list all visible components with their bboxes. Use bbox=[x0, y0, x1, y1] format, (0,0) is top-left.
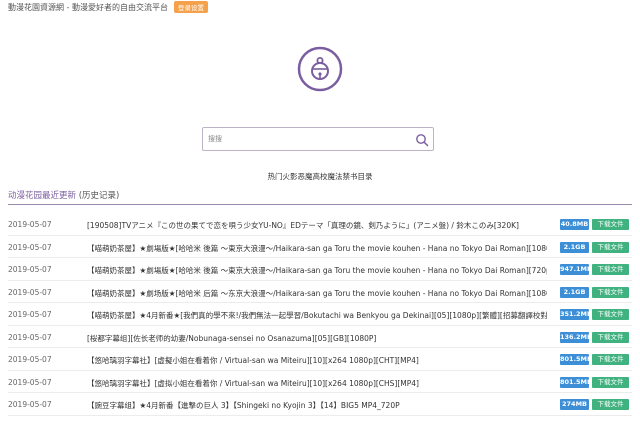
recent-updates-title: 动漫花园最近更新 bbox=[8, 191, 77, 201]
row-title-link[interactable]: [桜都字幕组][佐长老师的幼妻/Nobunaga-sensei no Osana… bbox=[87, 333, 547, 344]
row-date: 2019-05-07 bbox=[8, 265, 52, 274]
table-row: 2019-05-07 【豌豆字幕组】★4月新番【進撃の巨人 3】【Shingek… bbox=[0, 393, 640, 416]
bell-logo-icon bbox=[297, 46, 343, 92]
download-button[interactable]: 下载文件 bbox=[592, 219, 629, 230]
table-row: 2019-05-07 【喵萌奶茶屋】★4月新番★[我們真的學不來!/我們無法一起… bbox=[0, 303, 640, 326]
table-row: 2019-05-07 【悠哈璃羽字幕社】[虚擬小姐在看着你 / Virtual-… bbox=[0, 348, 640, 371]
search-input[interactable] bbox=[206, 130, 410, 148]
download-button[interactable]: 下载文件 bbox=[592, 309, 629, 320]
download-button[interactable]: 下载文件 bbox=[592, 399, 629, 410]
row-date: 2019-05-07 bbox=[8, 287, 52, 297]
size-badge: 351.2MB bbox=[560, 309, 592, 320]
row-date: 2019-05-07 bbox=[8, 377, 52, 387]
table-row: 2019-05-07 【喵萌奶茶屋】★劇場版★[哈哈米 後篇 ～東京大浪漫～/H… bbox=[0, 258, 640, 281]
table-row: 2019-05-07 [桜都字幕组][佐长老师的幼妻/Nobunaga-sens… bbox=[0, 326, 640, 349]
table-row: 2019-05-07 【喵萌奶茶屋】★劇場版★[哈哈米 後篇 ～東京大浪漫～/H… bbox=[0, 236, 640, 259]
download-button[interactable]: 下载文件 bbox=[592, 286, 629, 298]
row-title-link[interactable]: 【喵萌奶茶屋】★劇场版★[哈哈米 后篇 ～东京大浪漫～/Haikara-san … bbox=[87, 288, 547, 299]
row-date: 2019-05-07 bbox=[8, 400, 52, 409]
row-date: 2019-05-07 bbox=[8, 220, 52, 229]
row-title-link[interactable]: 【喵萌奶茶屋】★劇場版★[哈哈米 後篇 ～東京大浪漫～/Haikara-san … bbox=[87, 243, 547, 254]
history-link[interactable]: (历史记录) bbox=[79, 191, 120, 201]
download-button[interactable]: 下载文件 bbox=[592, 376, 629, 388]
size-badge: 2.1GB bbox=[560, 241, 589, 253]
download-button[interactable]: 下载文件 bbox=[592, 331, 629, 343]
row-date: 2019-05-07 bbox=[8, 310, 52, 319]
hot-keywords-link[interactable]: 热门火影恶魔高校魔法禁书目录 bbox=[268, 172, 373, 181]
size-badge: 274MB bbox=[560, 399, 589, 410]
table-row: 2019-05-07 【喵萌奶茶屋】★劇场版★[哈哈米 后篇 ～东京大浪漫～/H… bbox=[0, 281, 640, 304]
row-date: 2019-05-07 bbox=[8, 242, 52, 252]
row-title-link[interactable]: 【悠哈璃羽字幕社】[虚拟小姐在看着你 / Virtual-san wa Mite… bbox=[87, 378, 547, 389]
table-row: 2019-05-07 [190508]TVアニメ『この世の果てで恋を唄う少女YU… bbox=[0, 213, 640, 236]
site-title[interactable]: 動漫花園資源網 - 動漫愛好者的自由交流平台 bbox=[8, 2, 168, 13]
row-date: 2019-05-07 bbox=[8, 332, 52, 342]
section-divider bbox=[8, 204, 632, 205]
row-title-link[interactable]: [190508]TVアニメ『この世の果てで恋を唄う少女YU-NO』EDテーマ「真… bbox=[87, 220, 547, 231]
row-title-link[interactable]: 【豌豆字幕组】★4月新番【進撃の巨人 3】【Shingeki no Kyojin… bbox=[87, 400, 547, 411]
row-title-link[interactable]: 【悠哈璃羽字幕社】[虚擬小姐在看着你 / Virtual-san wa Mite… bbox=[87, 355, 547, 366]
download-button[interactable]: 下载文件 bbox=[592, 241, 629, 253]
download-button[interactable]: 下载文件 bbox=[592, 354, 629, 365]
top-bar: 動漫花園資源網 - 動漫愛好者的自由交流平台 登录设置 bbox=[8, 0, 208, 14]
table-row: 2019-05-07 【悠哈璃羽字幕社】[虚拟小姐在看着你 / Virtual-… bbox=[0, 371, 640, 394]
size-badge: 801.5MB bbox=[560, 376, 592, 388]
size-badge: 136.2MB bbox=[560, 331, 592, 343]
section-title: 动漫花园最近更新 (历史记录) bbox=[8, 189, 119, 201]
row-title-link[interactable]: 【喵萌奶茶屋】★劇場版★[哈哈米 後篇 ～東京大浪漫～/Haikara-san … bbox=[87, 265, 547, 276]
size-badge: 801.5MB bbox=[560, 354, 592, 365]
row-title-link[interactable]: 【喵萌奶茶屋】★4月新番★[我們真的學不來!/我們無法一起學習/Bokutach… bbox=[87, 310, 547, 321]
login-button[interactable]: 登录设置 bbox=[173, 1, 208, 13]
hot-keywords: 热门火影恶魔高校魔法禁书目录 bbox=[0, 171, 640, 182]
download-button[interactable]: 下载文件 bbox=[592, 264, 629, 275]
size-badge: 947.1MB bbox=[560, 264, 592, 275]
size-badge: 2.1GB bbox=[560, 286, 589, 298]
row-date: 2019-05-07 bbox=[8, 355, 52, 364]
resource-list: 2019-05-07 [190508]TVアニメ『この世の果てで恋を唄う少女YU… bbox=[0, 213, 640, 416]
search-icon[interactable] bbox=[415, 132, 429, 147]
size-badge: 40.8MB bbox=[560, 219, 589, 230]
search-box bbox=[202, 127, 434, 151]
